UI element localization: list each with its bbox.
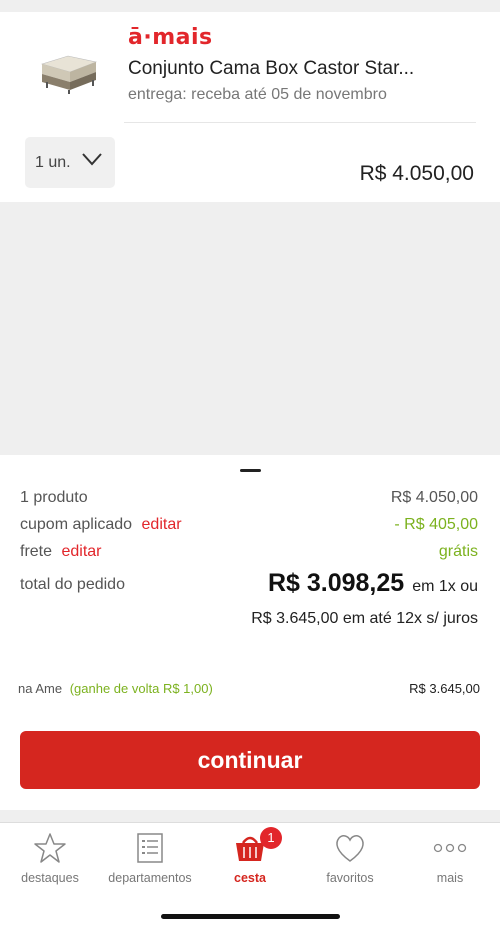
tab-favoritos[interactable]: favoritos (300, 831, 400, 891)
coupon-edit-link[interactable]: editar (142, 516, 182, 533)
products-label: 1 produto (20, 489, 88, 506)
shipping-row: frete editar grátis (20, 543, 478, 561)
chevron-down-icon (82, 153, 102, 166)
star-icon (34, 833, 66, 863)
total-label: total do pedido (20, 576, 125, 593)
top-strip (0, 0, 500, 12)
shipping-value: grátis (438, 543, 478, 560)
tab-label: cesta (234, 871, 266, 885)
tab-departamentos[interactable]: departamentos (100, 831, 200, 891)
ame-row: na Ame (ganhe de volta R$ 1,00) (18, 681, 213, 696)
home-indicator[interactable] (161, 914, 340, 919)
sheet-handle[interactable] (240, 469, 261, 472)
divider (124, 122, 476, 123)
shipping-edit-link[interactable]: editar (61, 543, 101, 560)
cart-item-card: ā·mais Conjunto Cama Box Castor Star... … (0, 12, 500, 202)
product-title[interactable]: Conjunto Cama Box Castor Star... (128, 58, 448, 80)
more-icon (433, 843, 467, 853)
coupon-value: - R$ 405,00 (394, 516, 478, 533)
total-value: R$ 3.098,25 (267, 569, 405, 597)
delivery-info: entrega: receba até 05 de novembro (128, 86, 387, 103)
bottom-gap (0, 810, 500, 822)
tab-cesta[interactable]: 1 cesta (200, 827, 300, 891)
total-block: R$ 3.098,25 em 1x ou (268, 569, 478, 598)
product-image[interactable] (38, 50, 100, 94)
quantity-value: 1 un. (35, 153, 71, 171)
quantity-select[interactable]: 1 un. (25, 137, 115, 188)
order-summary-sheet: 1 produto R$ 4.050,00 cupom aplicado edi… (0, 455, 500, 810)
tab-label: favoritos (326, 871, 374, 885)
brand-logo: ā·mais (128, 24, 213, 50)
products-row: 1 produto R$ 4.050,00 (20, 489, 478, 507)
shipping-label: frete (20, 543, 53, 560)
products-value: R$ 4.050,00 (390, 489, 478, 506)
installments-text: R$ 3.645,00 em até 12x s/ juros (251, 610, 478, 627)
bottom-tab-bar: destaques departamentos 1 cesta favorito… (0, 822, 500, 929)
total-suffix: em 1x ou (412, 578, 478, 595)
ame-value: R$ 3.645,00 (409, 681, 480, 696)
list-icon (137, 833, 163, 863)
tab-label: departamentos (108, 871, 192, 885)
continue-button[interactable]: continuar (20, 731, 480, 789)
tab-label: destaques (21, 871, 79, 885)
tab-label: mais (436, 871, 464, 885)
ame-label: na Ame (18, 681, 63, 696)
coupon-label: cupom aplicado (20, 516, 133, 533)
coupon-row: cupom aplicado editar - R$ 405,00 (20, 516, 478, 534)
tab-mais[interactable]: mais (400, 831, 500, 891)
heart-icon (336, 835, 364, 862)
item-price: R$ 4.050,00 (359, 162, 474, 185)
cart-count-badge: 1 (260, 827, 282, 849)
tab-destaques[interactable]: destaques (0, 831, 100, 891)
ame-cashback: (ganhe de volta R$ 1,00) (69, 681, 213, 696)
